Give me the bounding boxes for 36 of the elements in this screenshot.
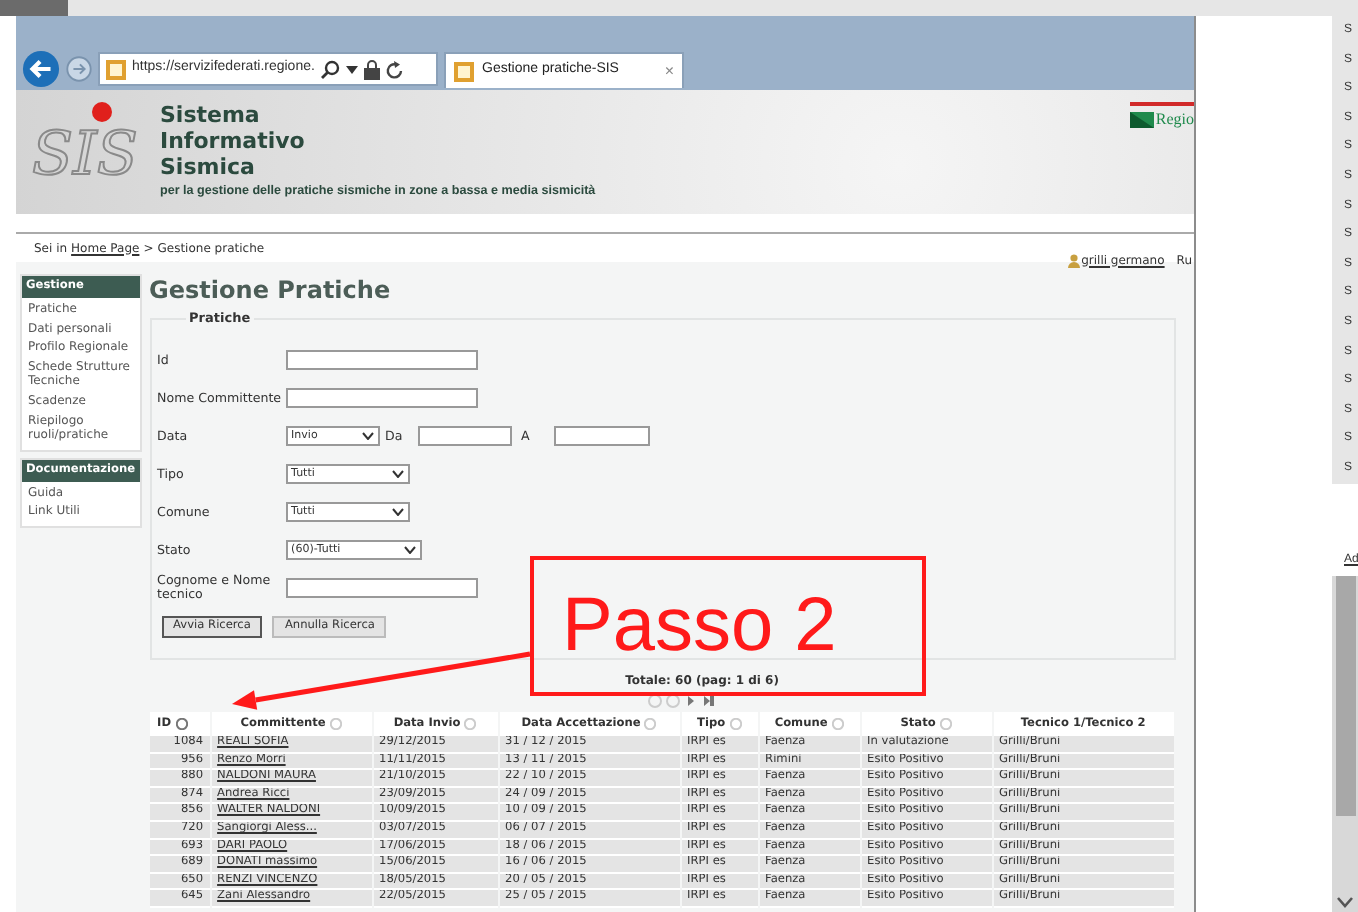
- refresh-icon[interactable]: [386, 59, 405, 79]
- pager-first-icon[interactable]: [648, 694, 663, 708]
- user-icon: [1067, 253, 1080, 267]
- site-title-line: Informativo: [160, 128, 307, 154]
- logo: SIS: [32, 126, 138, 186]
- logo-dot: [92, 102, 112, 122]
- chevron-down-icon[interactable]: [1336, 896, 1354, 908]
- page-title: Gestione Pratiche: [149, 274, 393, 306]
- favicon-icon: [454, 61, 474, 81]
- input-field[interactable]: [285, 578, 478, 599]
- favicon-icon: [106, 59, 126, 79]
- desktop-strip: [0, 0, 68, 16]
- chevron-down-icon: [403, 546, 416, 555]
- pager-previous-icon[interactable]: [666, 694, 681, 708]
- site-title-line: Sistema: [160, 102, 262, 128]
- lock-icon[interactable]: [364, 59, 381, 79]
- pager-next-icon[interactable]: [684, 694, 699, 708]
- search-icon[interactable]: [320, 59, 341, 79]
- back-icon[interactable]: [22, 50, 60, 88]
- input-field[interactable]: [553, 426, 650, 447]
- pager-last-icon[interactable]: [702, 694, 717, 708]
- sort-icon[interactable]: [175, 718, 188, 730]
- annotation-label: Passo 2: [562, 588, 837, 664]
- scrollbar[interactable]: [1332, 576, 1358, 912]
- close-icon[interactable]: ×: [664, 59, 674, 83]
- chevron-down-icon: [391, 470, 404, 479]
- input-field[interactable]: [285, 388, 478, 409]
- site-title-line: Sismica: [160, 154, 257, 180]
- flag-icon: [1129, 112, 1154, 128]
- dropdown-icon[interactable]: [346, 65, 359, 73]
- region-logo: Regio: [1129, 102, 1194, 132]
- forward-icon[interactable]: [66, 56, 92, 82]
- input-field[interactable]: [285, 350, 478, 371]
- chevron-down-icon: [391, 508, 404, 517]
- chevron-down-icon: [361, 432, 374, 441]
- input-field[interactable]: [417, 426, 512, 447]
